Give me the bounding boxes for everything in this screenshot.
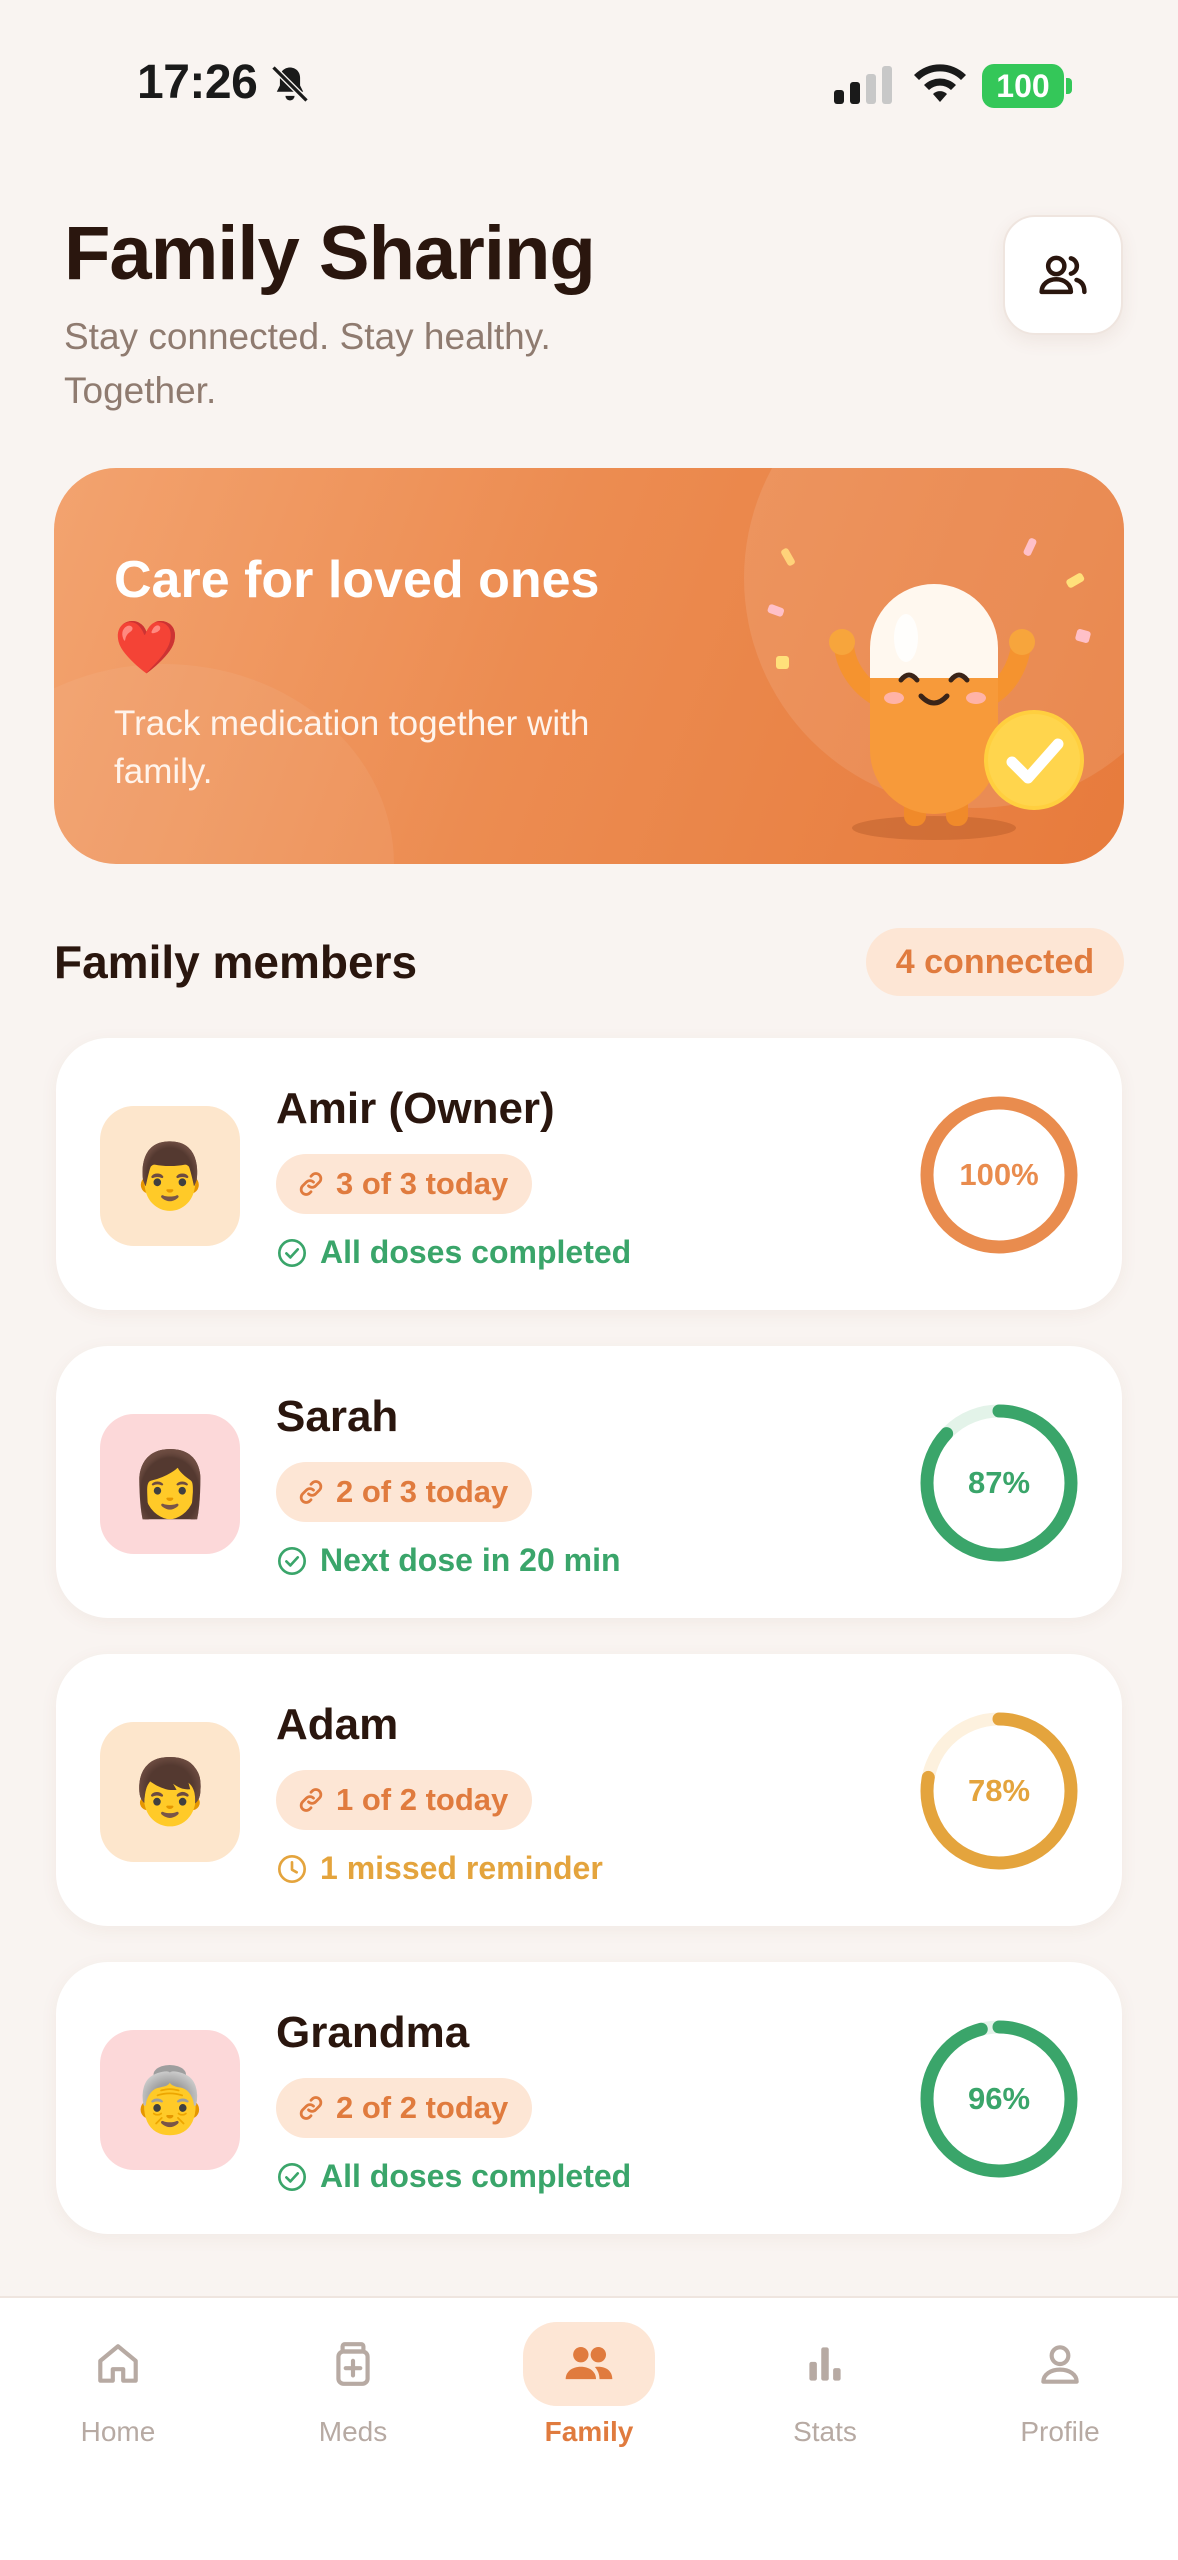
nav-label: Family [544, 2416, 634, 2447]
adherence-percent: 87% [967, 1465, 1031, 1500]
member-status: All doses completed [276, 2158, 631, 2195]
connected-count-badge: 4 connected [866, 928, 1124, 996]
battery-indicator: 100 [982, 64, 1072, 108]
nav-label: Profile [1020, 2416, 1100, 2447]
avatar: 👩 [100, 1414, 240, 1554]
member-name: Amir (Owner) [276, 1084, 555, 1133]
wifi-icon [914, 64, 966, 102]
adherence-percent: 100% [959, 1157, 1039, 1192]
member-name: Adam [276, 1700, 399, 1749]
section-title: Family members [54, 936, 418, 988]
status-bar: 17:26 100 [0, 0, 1178, 170]
pill-mascot-illustration [767, 538, 1091, 840]
nav-label: Stats [793, 2416, 857, 2447]
check-circle-icon [276, 1545, 308, 1577]
adherence-percent: 96% [967, 2081, 1031, 2116]
battery-tip [1066, 78, 1072, 94]
page-subtitle: Stay connected. Stay healthy. Together. [64, 316, 551, 411]
bar-chart-icon [759, 2322, 891, 2406]
nav-family[interactable]: Family [489, 2322, 689, 2472]
dose-count-pill: 2 of 2 today [276, 2078, 533, 2138]
member-status: Next dose in 20 min [276, 1542, 621, 1579]
battery-level: 100 [982, 64, 1064, 108]
user-icon [994, 2322, 1126, 2406]
member-card[interactable]: 👵 Grandma 2 of 2 today All doses completed 9… [56, 1962, 1122, 2234]
link-icon [296, 2093, 326, 2123]
member-card[interactable]: 👦 Adam 1 of 2 today 1 missed reminder 78% [56, 1654, 1122, 1926]
member-card[interactable]: 👩 Sarah 2 of 3 today Next dose in 20 min 87% [56, 1346, 1122, 1618]
member-status-text: All doses completed [320, 1234, 632, 1270]
hero-title: Care for loved ones ❤️ [114, 551, 600, 677]
dose-count-pill: 1 of 2 today [276, 1770, 533, 1830]
hero-banner: Care for loved ones ❤️ Track medication … [54, 468, 1124, 864]
clock-icon [276, 1853, 308, 1885]
bell-off-icon [271, 65, 309, 103]
member-status-text: All doses completed [320, 2158, 632, 2194]
people-icon [1039, 255, 1087, 295]
dose-count-text: 2 of 3 today [336, 1474, 509, 1509]
dose-count-text: 1 of 2 today [336, 1782, 509, 1817]
family-icon [523, 2322, 655, 2406]
nav-stats[interactable]: Stats [725, 2322, 925, 2472]
member-status: 1 missed reminder [276, 1850, 603, 1887]
nav-label: Meds [318, 2416, 388, 2447]
avatar: 👦 [100, 1722, 240, 1862]
home-icon [52, 2322, 184, 2406]
member-status-text: 1 missed reminder [320, 1850, 603, 1886]
bottom-navigation: Home Meds Family Stats Profile [0, 2296, 1178, 2560]
dose-count-text: 3 of 3 today [336, 1166, 509, 1201]
dose-count-text: 2 of 2 today [336, 2090, 509, 2125]
avatar: 👵 [100, 2030, 240, 2170]
dose-count-pill: 3 of 3 today [276, 1154, 533, 1214]
cellular-signal-icon [834, 66, 892, 104]
status-time: 17:26 [137, 56, 258, 109]
nav-label: Home [80, 2416, 156, 2447]
member-card[interactable]: 👨 Amir (Owner) 3 of 3 today All doses compl… [56, 1038, 1122, 1310]
medicine-icon [287, 2322, 419, 2406]
member-status-text: Next dose in 20 min [320, 1542, 621, 1578]
link-icon [296, 1477, 326, 1507]
adherence-percent: 78% [967, 1773, 1031, 1808]
manage-family-button[interactable] [1003, 215, 1123, 335]
check-circle-icon [276, 2161, 308, 2193]
member-status: All doses completed [276, 1234, 631, 1271]
dose-count-pill: 2 of 3 today [276, 1462, 533, 1522]
nav-profile[interactable]: Profile [960, 2322, 1160, 2472]
avatar: 👨 [100, 1106, 240, 1246]
nav-meds[interactable]: Meds [253, 2322, 453, 2472]
member-name: Grandma [276, 2008, 470, 2057]
page-title: Family Sharing [64, 211, 596, 296]
nav-home[interactable]: Home [18, 2322, 218, 2472]
member-name: Sarah [276, 1392, 399, 1441]
check-circle-icon [276, 1237, 308, 1269]
link-icon [296, 1785, 326, 1815]
hero-description: Track medication together with family. [114, 704, 590, 791]
link-icon [296, 1169, 326, 1199]
